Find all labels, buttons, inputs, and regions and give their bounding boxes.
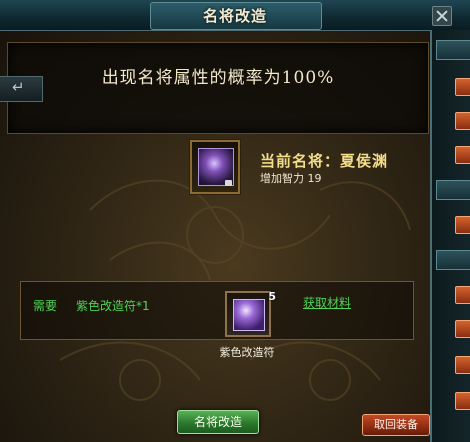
requirement-label: 需要 (33, 299, 58, 313)
side-action-button[interactable] (455, 392, 470, 410)
probability-banner: 出现名将属性的概率为100% (7, 42, 429, 134)
requirement-panel: 需要 紫色改造符*1 (20, 281, 414, 340)
side-panel-header (436, 40, 470, 60)
side-action-button[interactable] (455, 78, 470, 96)
rune-caption: 紫色改造符 (219, 346, 275, 359)
side-action-button[interactable] (455, 320, 470, 338)
back-arrow-icon[interactable] (0, 76, 43, 102)
general-slot[interactable] (190, 140, 240, 194)
game-window: 名将改造 出现名将属性的概率为100% 当前名将：夏侯渊 增加智力 19 需要 … (0, 0, 470, 442)
side-action-button[interactable] (455, 146, 470, 164)
acquire-materials-link[interactable]: 获取材料 (303, 294, 351, 311)
side-action-button[interactable] (455, 216, 470, 234)
side-panel-header (436, 180, 470, 200)
lock-icon (225, 180, 232, 186)
close-icon[interactable] (432, 6, 452, 26)
window-title: 名将改造 (202, 7, 267, 25)
purple-rune-icon (233, 299, 265, 331)
side-action-button[interactable] (455, 112, 470, 130)
rune-count: 5 (268, 290, 276, 303)
title-bar: 名将改造 (0, 0, 470, 31)
modify-general-button[interactable]: 名将改造 (177, 410, 259, 434)
side-action-button[interactable] (455, 286, 470, 304)
requirement-item-text: 紫色改造符*1 (76, 299, 150, 313)
side-panel-header (436, 250, 470, 270)
current-general-label: 当前名将：夏侯渊 (260, 152, 389, 170)
probability-text: 出现名将属性的概率为100% (101, 68, 335, 88)
general-bonus-text: 增加智力 19 (260, 172, 322, 185)
return-equipment-button[interactable]: 取回装备 (362, 414, 430, 436)
side-action-button[interactable] (455, 356, 470, 374)
right-side-panel (430, 30, 470, 442)
rune-slot[interactable]: 5 (225, 290, 276, 337)
